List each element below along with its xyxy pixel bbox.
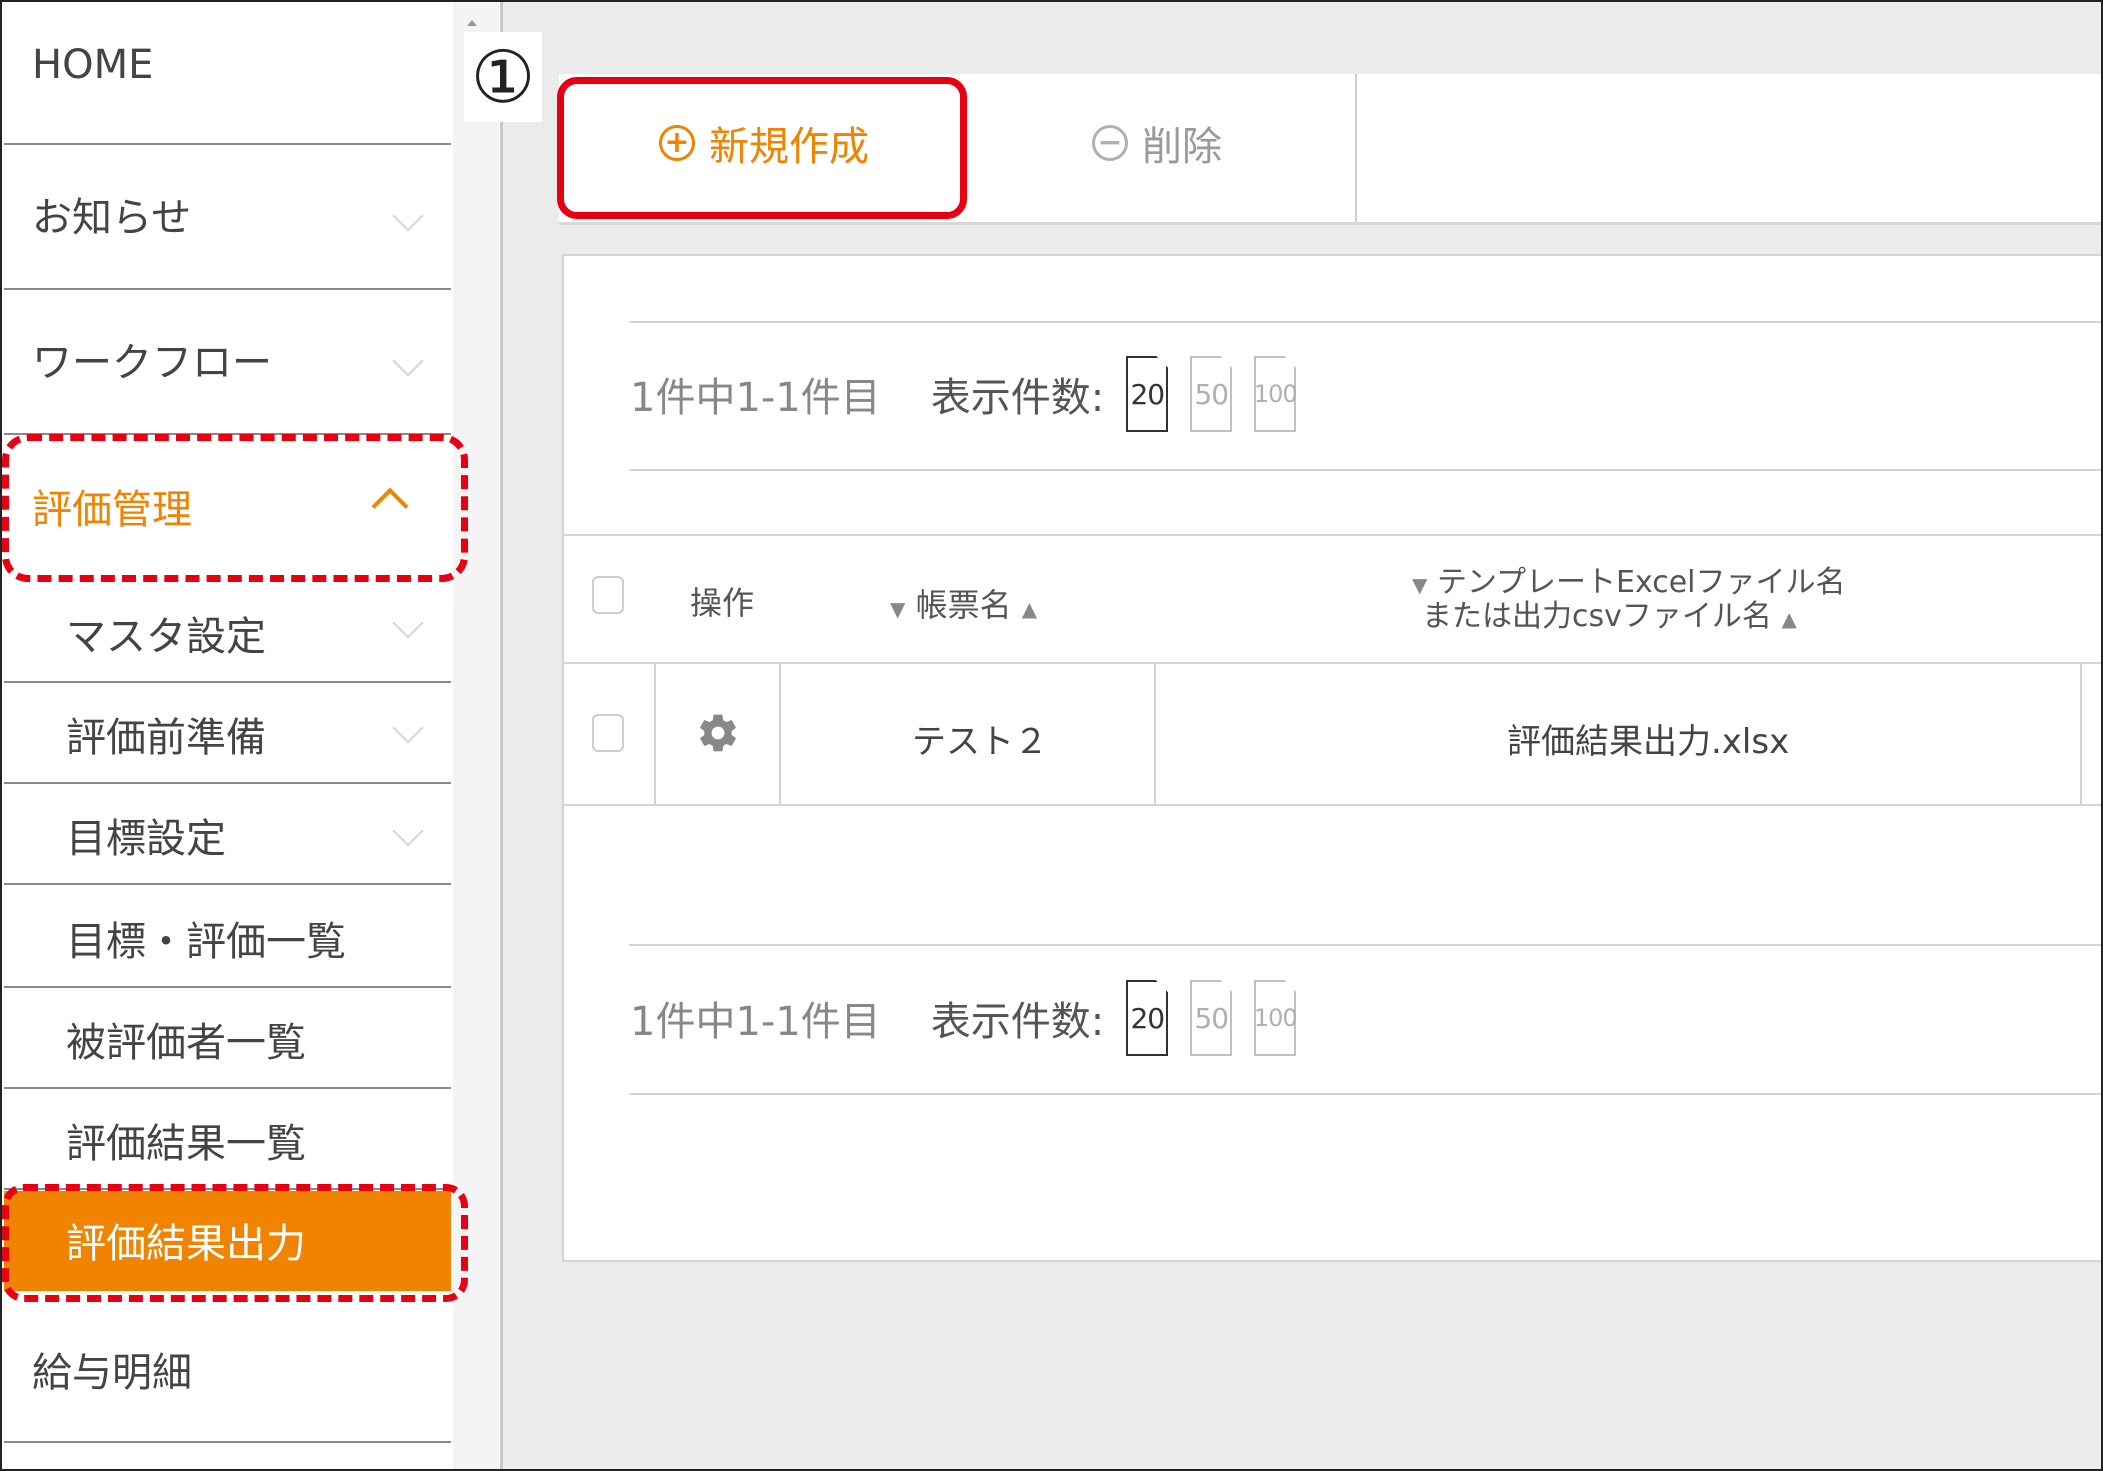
- sidebar-item-label: 給与明細: [32, 1350, 192, 1396]
- sidebar-item-workflow[interactable]: ワークフロー: [4, 290, 451, 435]
- divider: [563, 662, 2101, 664]
- per-page-label: 表示件数:: [930, 375, 1105, 421]
- sort-desc-icon[interactable]: ▼: [1412, 573, 1427, 597]
- row-checkbox[interactable]: [592, 714, 624, 752]
- sidebar-item-payslip[interactable]: 給与明細: [4, 1294, 451, 1443]
- step-number: ①: [464, 32, 542, 122]
- highlight-new-button: [557, 77, 967, 219]
- sidebar-item-evaluatee-list[interactable]: 被評価者一覧: [4, 988, 451, 1089]
- cell-file-name: 評価結果出力.xlsx: [1507, 722, 1790, 762]
- chevron-down-icon: [392, 607, 424, 639]
- divider: [654, 664, 656, 804]
- sidebar-item-evaluation-results-list[interactable]: 評価結果一覧: [4, 1089, 451, 1189]
- per-page-100-button[interactable]: 100: [1254, 980, 1298, 1056]
- divider: [563, 534, 2101, 536]
- gear-icon[interactable]: [696, 711, 740, 755]
- sidebar-item-pre-evaluation[interactable]: 評価前準備: [4, 683, 451, 784]
- divider: [779, 664, 781, 804]
- delete-label: 削除: [1142, 124, 1222, 170]
- divider: [563, 804, 2101, 806]
- sort-desc-icon[interactable]: ▼: [890, 597, 905, 621]
- highlight-results-output: [2, 1184, 468, 1302]
- sidebar-item-label: 被評価者一覧: [66, 1020, 306, 1066]
- minus-circle-icon: −: [1092, 125, 1128, 161]
- per-page-20-button[interactable]: 20: [1126, 980, 1169, 1056]
- sort-asc-icon[interactable]: ▲: [1781, 607, 1796, 631]
- sidebar-item-label: HOME: [32, 42, 154, 88]
- sidebar-item-label: マスタ設定: [66, 614, 266, 660]
- sidebar-item-label: 評価前準備: [66, 715, 266, 761]
- cell-form-name: テスト２: [912, 722, 1048, 762]
- select-all-checkbox[interactable]: [592, 576, 624, 614]
- divider: [629, 944, 2101, 946]
- column-header-label: テンプレートExcelファイル名: [1436, 565, 1846, 600]
- divider: [629, 321, 2101, 323]
- delete-button[interactable]: − 削除: [1092, 114, 1222, 172]
- chevron-down-icon: [392, 712, 424, 744]
- column-header-label: 帳票名: [915, 586, 1012, 624]
- per-page-50-button[interactable]: 50: [1190, 356, 1233, 432]
- pager-top: 1件中1-1件目 表示件数: 20 50 100: [630, 356, 1318, 432]
- sidebar-item-home[interactable]: HOME: [4, 2, 451, 145]
- pager-bottom: 1件中1-1件目 表示件数: 20 50 100: [630, 980, 1318, 1056]
- highlight-evaluation-menu: [2, 434, 468, 582]
- sidebar-item-label: お知らせ: [32, 195, 192, 241]
- chevron-down-icon: [392, 345, 424, 377]
- sidebar-item-goal-settings[interactable]: 目標設定: [4, 784, 451, 885]
- app-window: HOME お知らせ ワークフロー 評価管理 マスタ設定 評価前準備 目標設定 目…: [0, 0, 2103, 1471]
- divider: [1355, 74, 1357, 222]
- sidebar-item-goal-evaluation-list[interactable]: 目標・評価一覧: [4, 885, 451, 988]
- per-page-50-button[interactable]: 50: [1190, 980, 1233, 1056]
- divider: [629, 1093, 2101, 1095]
- sidebar-item-label: 目標設定: [66, 816, 226, 862]
- per-page-label: 表示件数:: [930, 999, 1105, 1045]
- sidebar-item-master-settings[interactable]: マスタ設定: [4, 580, 451, 683]
- result-count: 1件中1-1件目: [630, 999, 881, 1045]
- chevron-down-icon: [392, 200, 424, 232]
- result-count: 1件中1-1件目: [630, 375, 881, 421]
- scroll-up-arrow-icon[interactable]: [467, 20, 477, 26]
- sidebar-item-label: 目標・評価一覧: [66, 919, 346, 965]
- sidebar-item-news[interactable]: お知らせ: [4, 145, 451, 290]
- column-header-file-name[interactable]: ▼ テンプレートExcelファイル名 または出力csvファイル名 ▲: [1412, 567, 1846, 635]
- column-header-form-name[interactable]: ▼ 帳票名 ▲: [890, 580, 1037, 626]
- column-header-label: または出力csvファイル名: [1422, 599, 1772, 634]
- sidebar-item-label: 評価結果一覧: [66, 1121, 306, 1167]
- per-page-100-button[interactable]: 100: [1254, 356, 1298, 432]
- divider: [2080, 664, 2082, 804]
- divider: [1154, 664, 1156, 804]
- divider: [629, 469, 2101, 471]
- per-page-20-button[interactable]: 20: [1126, 356, 1169, 432]
- sort-asc-icon[interactable]: ▲: [1022, 597, 1037, 621]
- column-header-operation: 操作: [690, 584, 755, 622]
- sidebar-item-label: ワークフロー: [32, 340, 272, 386]
- chevron-down-icon: [392, 815, 424, 847]
